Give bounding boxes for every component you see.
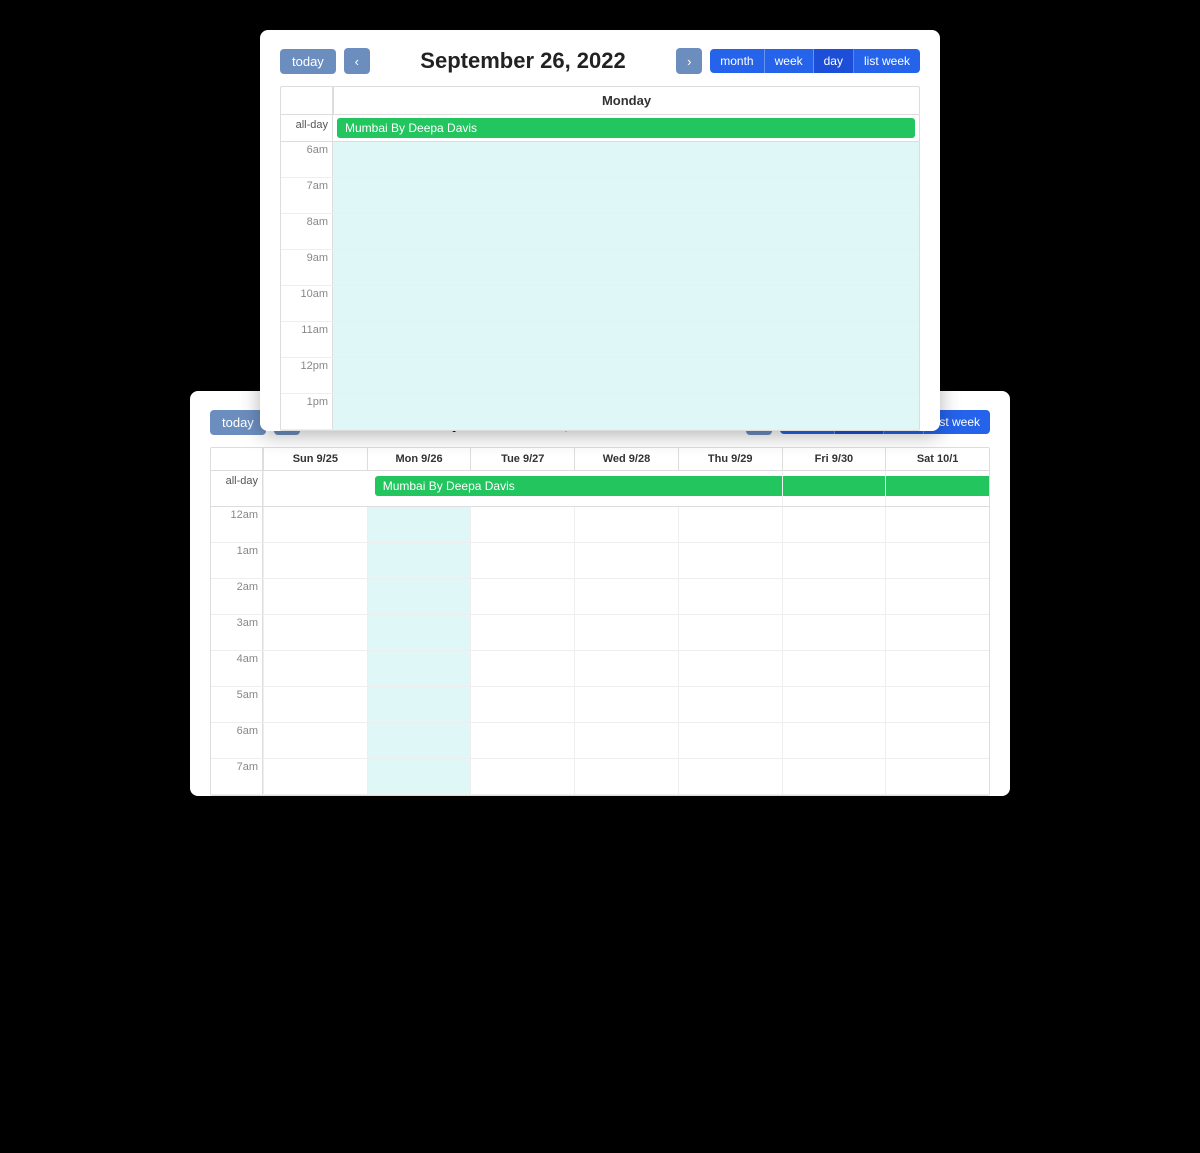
time-row: 10am xyxy=(281,286,919,322)
top-day-label: Monday xyxy=(333,87,919,114)
time-row: 6am xyxy=(281,142,919,178)
bottom-week-header: Sun 9/25 Mon 9/26 Tue 9/27 Wed 9/28 Thu … xyxy=(211,448,989,471)
time-label-10am: 10am xyxy=(281,286,333,321)
bottom-allday-label: all-day xyxy=(211,471,263,506)
time-row: 9am xyxy=(281,250,919,286)
top-next-button[interactable]: › xyxy=(676,48,702,74)
time-cell-12pm xyxy=(333,358,919,393)
wt-label-1am: 1am xyxy=(211,543,263,578)
week-allday-sat xyxy=(885,471,989,506)
wt-fri-12am xyxy=(782,507,886,542)
top-view-buttons: month week day list week xyxy=(710,49,920,73)
wt-sat-12am xyxy=(885,507,989,542)
top-view-listweek[interactable]: list week xyxy=(854,49,920,73)
top-calendar: Monday all-day Mumbai By Deepa Davis 6am… xyxy=(280,86,920,431)
top-view-month[interactable]: month xyxy=(710,49,764,73)
week-col-wed: Wed 9/28 xyxy=(574,448,678,470)
top-today-button[interactable]: today xyxy=(280,49,336,74)
top-time-grid[interactable]: 6am 7am 8am 9am 10am 11am xyxy=(281,142,919,430)
wt-label-7am: 7am xyxy=(211,759,263,794)
week-allday-fri xyxy=(782,471,886,506)
week-col-tue: Tue 9/27 xyxy=(470,448,574,470)
time-label-11am: 11am xyxy=(281,322,333,357)
time-label-1pm: 1pm xyxy=(281,394,333,429)
week-time-row-6am: 6am xyxy=(211,723,989,759)
top-day-header: Monday xyxy=(281,87,919,115)
top-prev-button[interactable]: ‹ xyxy=(344,48,370,74)
week-time-row-1am: 1am xyxy=(211,543,989,579)
wt-label-6am: 6am xyxy=(211,723,263,758)
time-cell-8am xyxy=(333,214,919,249)
time-cell-10am xyxy=(333,286,919,321)
bottom-today-button[interactable]: today xyxy=(210,410,266,435)
wt-sun-12am xyxy=(263,507,367,542)
wt-label-5am: 5am xyxy=(211,687,263,722)
time-cell-9am xyxy=(333,250,919,285)
top-allday-event-cell: Mumbai By Deepa Davis xyxy=(333,115,919,141)
bottom-card: today ‹ Sep 25 – Oct 1, 2022 › month wee… xyxy=(190,391,1010,796)
week-col-thu: Thu 9/29 xyxy=(678,448,782,470)
top-title: September 26, 2022 xyxy=(378,48,668,74)
week-time-row-12am: 12am xyxy=(211,507,989,543)
week-time-row-7am: 7am xyxy=(211,759,989,795)
time-row: 8am xyxy=(281,214,919,250)
wt-thu-12am xyxy=(678,507,782,542)
bottom-allday-event-cell: Mumbai By Deepa Davis xyxy=(367,471,782,506)
week-col-fri: Fri 9/30 xyxy=(782,448,886,470)
wt-mon-12am xyxy=(367,507,471,542)
time-row: 12pm xyxy=(281,358,919,394)
time-cell-6am xyxy=(333,142,919,177)
bottom-time-grid[interactable]: 12am 1am 2am xyxy=(211,507,989,795)
wt-label-12am: 12am xyxy=(211,507,263,542)
top-allday-label: all-day xyxy=(281,115,333,141)
top-toolbar: today ‹ September 26, 2022 › month week … xyxy=(280,48,920,74)
time-row: 1pm xyxy=(281,394,919,430)
week-time-row-5am: 5am xyxy=(211,687,989,723)
time-row: 11am xyxy=(281,322,919,358)
week-time-row-2am: 2am xyxy=(211,579,989,615)
time-cell-11am xyxy=(333,322,919,357)
week-time-row-4am: 4am xyxy=(211,651,989,687)
time-label-6am: 6am xyxy=(281,142,333,177)
week-col-sat: Sat 10/1 xyxy=(885,448,989,470)
time-label-8am: 8am xyxy=(281,214,333,249)
time-cell-7am xyxy=(333,178,919,213)
wt-wed-12am xyxy=(574,507,678,542)
top-view-week[interactable]: week xyxy=(765,49,814,73)
week-col-sun: Sun 9/25 xyxy=(263,448,367,470)
time-label-7am: 7am xyxy=(281,178,333,213)
time-row: 7am xyxy=(281,178,919,214)
wt-label-4am: 4am xyxy=(211,651,263,686)
top-header-empty xyxy=(281,87,333,114)
top-allday-row: all-day Mumbai By Deepa Davis xyxy=(281,115,919,142)
time-label-12pm: 12pm xyxy=(281,358,333,393)
top-card: today ‹ September 26, 2022 › month week … xyxy=(260,30,940,431)
top-allday-event[interactable]: Mumbai By Deepa Davis xyxy=(337,118,915,138)
bottom-allday-row: all-day Mumbai By Deepa Davis xyxy=(211,471,989,507)
top-view-day[interactable]: day xyxy=(814,49,854,73)
bottom-calendar: Sun 9/25 Mon 9/26 Tue 9/27 Wed 9/28 Thu … xyxy=(210,447,990,796)
week-header-empty xyxy=(211,448,263,470)
wt-label-3am: 3am xyxy=(211,615,263,650)
week-col-mon: Mon 9/26 xyxy=(367,448,471,470)
wt-tue-12am xyxy=(470,507,574,542)
time-cell-1pm xyxy=(333,394,919,429)
week-allday-sun xyxy=(263,471,367,506)
week-time-row-3am: 3am xyxy=(211,615,989,651)
wt-label-2am: 2am xyxy=(211,579,263,614)
time-label-9am: 9am xyxy=(281,250,333,285)
